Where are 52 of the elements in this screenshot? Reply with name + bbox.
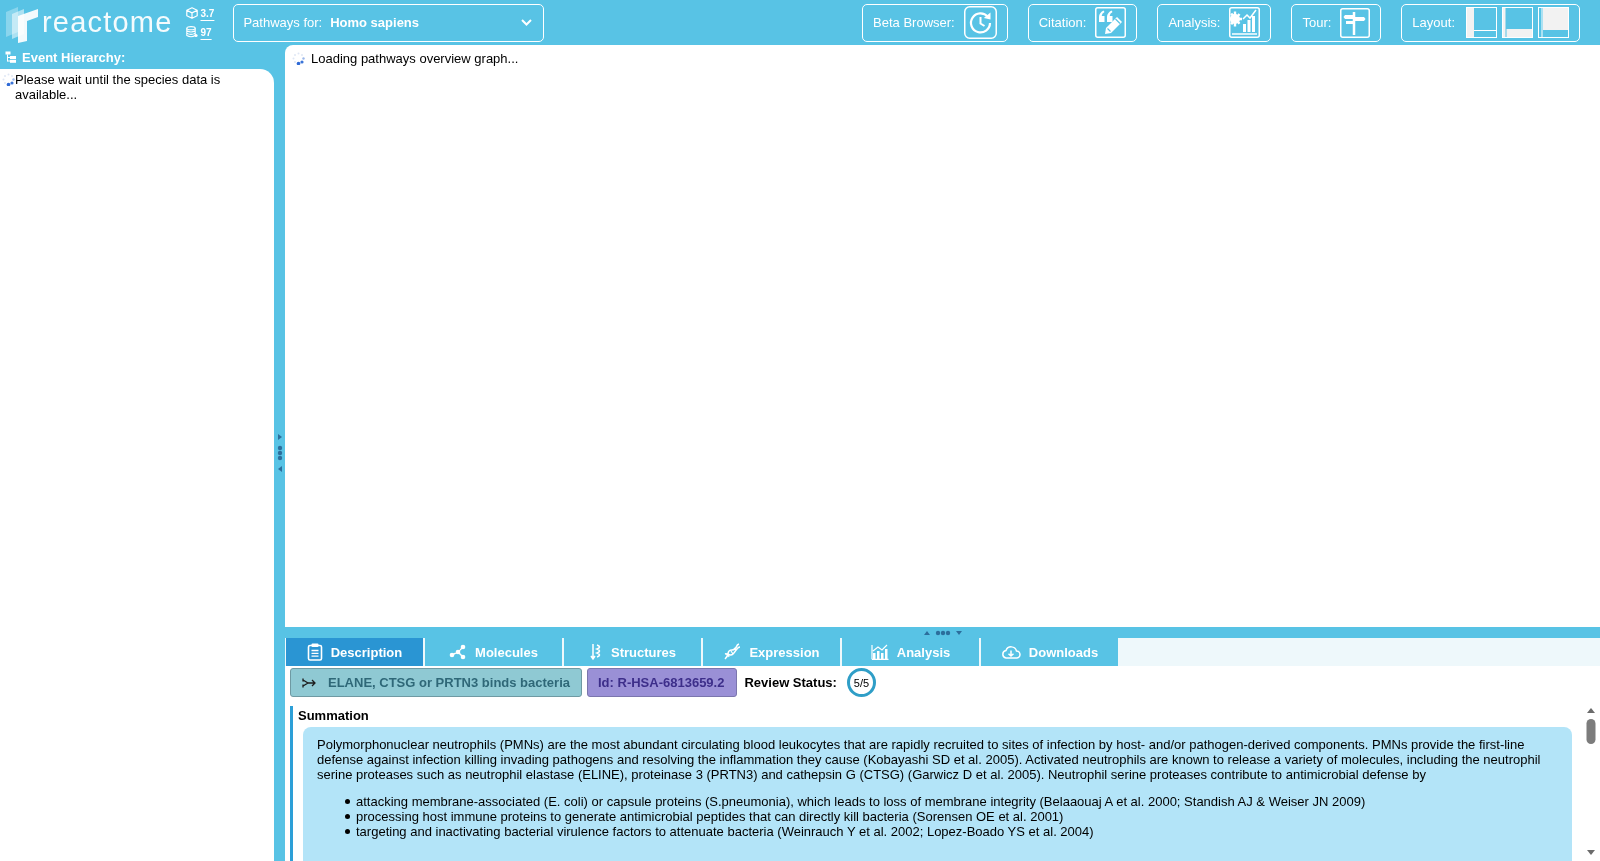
chevron-down-icon bbox=[521, 19, 533, 26]
history-icon bbox=[963, 6, 997, 39]
beta-browser-button[interactable]: Beta Browser: bbox=[862, 3, 1008, 42]
bullet-text: targeting and inactivating bacterial virulence factors to attenuate bacteria (Weinrauch Y et al. 2002; Lopez-Boado YS et al. 2004) bbox=[356, 824, 1094, 839]
review-status-ring: 5/5 bbox=[846, 668, 876, 697]
gear-chart-icon bbox=[1229, 7, 1261, 38]
layout-bottom-panel-icon[interactable] bbox=[1502, 7, 1533, 38]
clipboard-icon bbox=[306, 643, 323, 661]
protein-ribbon-icon bbox=[589, 643, 603, 661]
tour-button[interactable]: Tour: bbox=[1291, 3, 1382, 42]
database-icon bbox=[185, 26, 198, 38]
dna-helix-icon bbox=[723, 643, 742, 661]
summation-text: Polymorphonuclear neutrophils (PMNs) are the most abundant circulating blood leukocytes that are rapidly recruited to sites of infection by host- and/or pathogen-derived components. PMNs provide the first-line defense against infection killing invading pathogens and resolving the inflammation they cause (Kobayashi SD et al. 2005). Activated neutrophils are known to release a variety of molecules, including the neutrophil serine proteases such as neutrophil elastase (ELINE), proteinase 3 (PRTN3) and cathepsin G (CTSG) (Garwicz D et al. 2005). Neutrophil serine proteases contribute to antimicrobial defense by bbox=[317, 737, 1542, 782]
bullet-text: attacking membrane-associated (E. coli) or capsule proteins (S.pneumonia), which leads to loss of membrane integrity (Belaaouaj A et al. 2000; Standish AJ & Weiser JN 2009) bbox=[356, 794, 1366, 809]
review-status-label: Review Status: bbox=[744, 675, 837, 690]
bar-chart-icon bbox=[870, 644, 889, 660]
loading-spinner-icon bbox=[292, 52, 305, 65]
details-tab[interactable]: Description bbox=[286, 638, 423, 666]
stable-id-tag: Id: R-HSA-6813659.2 bbox=[587, 668, 738, 697]
logo-link[interactable]: reactome bbox=[5, 1, 173, 44]
release-version-link[interactable]: 3.7 bbox=[185, 7, 215, 19]
signpost-icon bbox=[1340, 7, 1371, 38]
splitter-handle-icon[interactable] bbox=[923, 629, 962, 636]
quote-pencil-icon bbox=[1095, 7, 1127, 38]
reaction-icon bbox=[302, 676, 316, 689]
event-title: ELANE, CTSG or PRTN3 binds bacteria bbox=[328, 675, 570, 690]
bullet-icon bbox=[345, 814, 350, 819]
analysis-button[interactable]: Analysis: bbox=[1157, 3, 1272, 42]
loading-message: Please wait until the species data is available... bbox=[15, 72, 222, 102]
details-tab[interactable]: Structures bbox=[564, 638, 701, 666]
species-dropdown[interactable]: Pathways for: Homo sapiens bbox=[233, 3, 545, 42]
section-title: Summation bbox=[298, 707, 370, 724]
layout-top-panel-icon[interactable] bbox=[1538, 7, 1569, 38]
bullet-text: processing host immune proteins to generate antimicrobial peptides that can directly kill bacteria (Sorensen OE et al. 2001) bbox=[356, 809, 1064, 824]
cloud-download-icon bbox=[1000, 645, 1021, 659]
molecule-nodes-icon bbox=[449, 644, 468, 660]
bullet-icon bbox=[345, 799, 350, 804]
details-tab[interactable]: Analysis bbox=[842, 638, 979, 666]
citation-button[interactable]: Citation: bbox=[1027, 3, 1138, 42]
splitter-handle-icon[interactable] bbox=[276, 434, 283, 472]
bullet-icon bbox=[345, 829, 350, 834]
details-tab[interactable]: Molecules bbox=[425, 638, 562, 666]
layout-left-panel-icon[interactable] bbox=[1466, 7, 1497, 38]
layout-label: Layout: bbox=[1412, 15, 1455, 30]
database-version-link[interactable]: 97 bbox=[185, 26, 215, 38]
loading-message: Loading pathways overview graph... bbox=[311, 52, 519, 66]
hierarchy-icon bbox=[5, 51, 17, 63]
details-tab[interactable]: Expression bbox=[703, 638, 840, 666]
cube-icon bbox=[185, 7, 198, 19]
loading-spinner-icon bbox=[2, 73, 15, 86]
details-tab[interactable]: Downloads bbox=[981, 638, 1118, 666]
panel-title: Event Hierarchy: bbox=[22, 49, 126, 65]
